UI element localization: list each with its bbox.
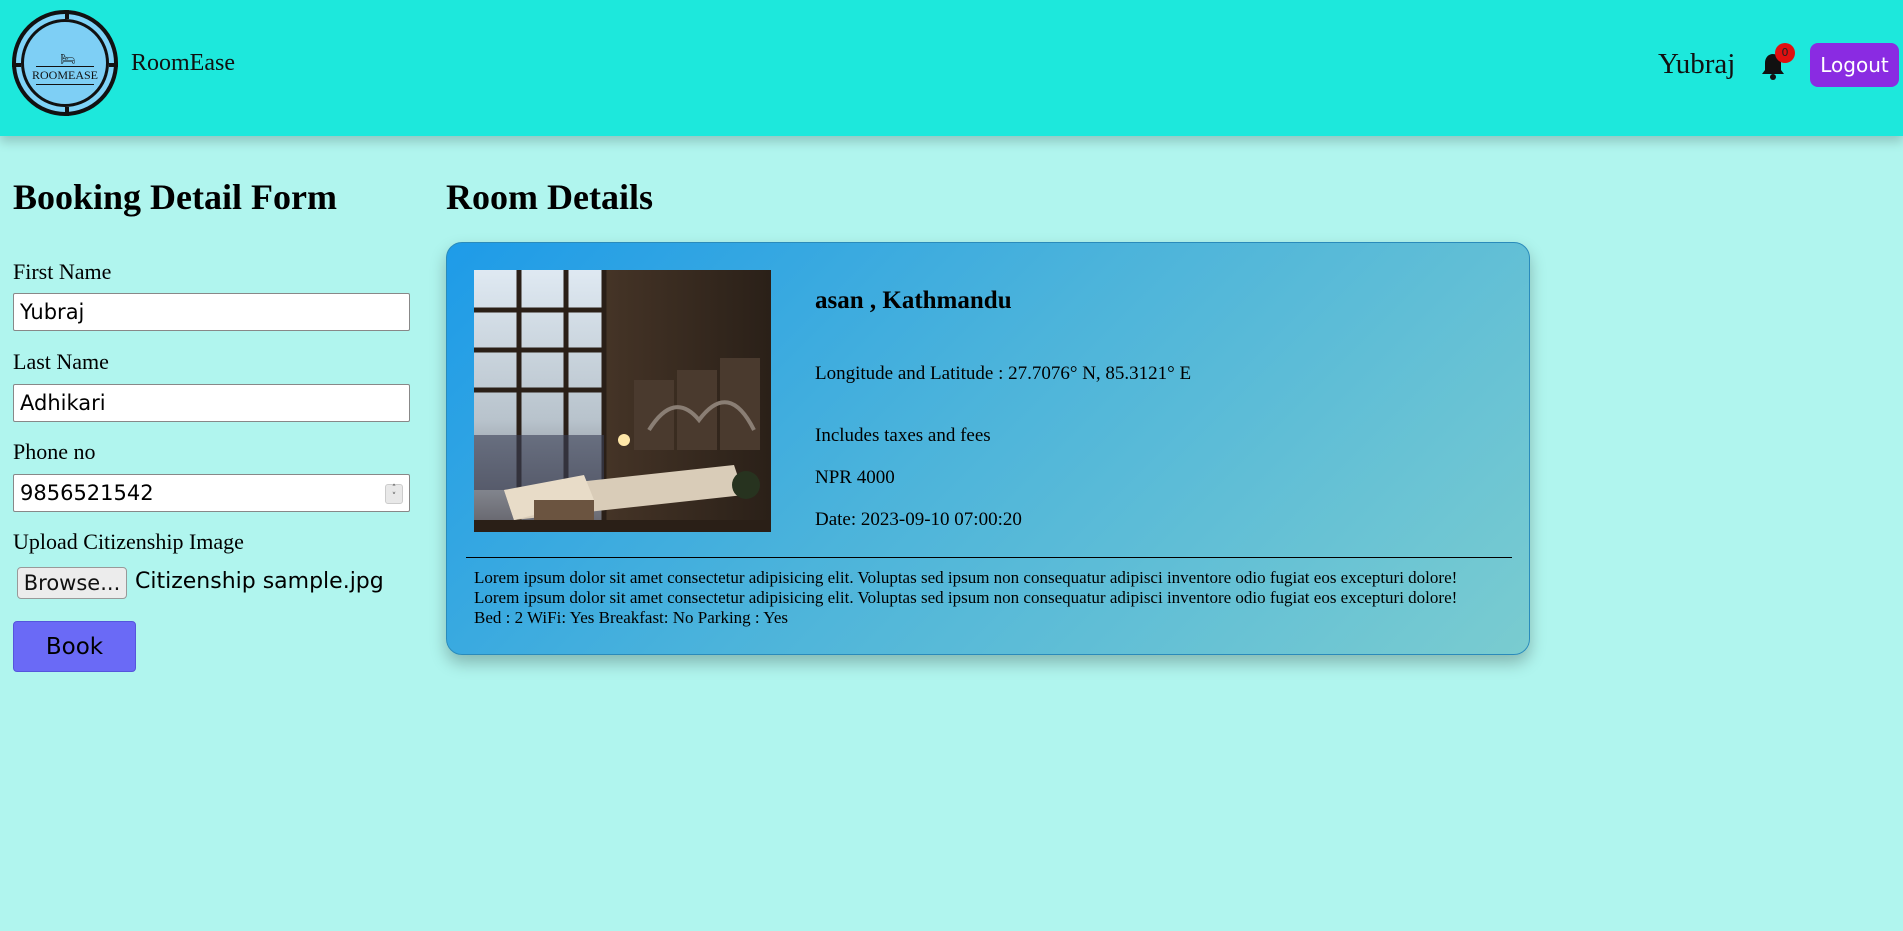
browse-button[interactable]: Browse...: [17, 567, 127, 599]
bed-icon: 🛏: [60, 52, 76, 66]
user-name[interactable]: Yubraj: [1658, 48, 1735, 81]
room-card: asan , Kathmandu Longitude and Latitude …: [446, 242, 1530, 655]
logo-tick: [12, 63, 21, 67]
first-name-input[interactable]: Yubraj: [13, 293, 410, 331]
form-heading: Booking Detail Form: [13, 177, 337, 217]
navbar: 🛏 ROOMEASE RoomEase Yubraj 0 Logout: [0, 0, 1903, 136]
logo-divider: [36, 84, 94, 85]
book-button[interactable]: Book: [13, 621, 136, 672]
taxes-note: Includes taxes and fees: [815, 425, 991, 446]
room-photo: [474, 270, 771, 532]
logo-tick: [65, 10, 69, 19]
living-room-image: [474, 270, 771, 532]
amenities-line: Bed : 2 WiFi: Yes Breakfast: No Parking …: [474, 608, 788, 627]
logo-divider: [36, 66, 94, 67]
room-price: NPR 4000: [815, 467, 895, 488]
room-date: Date: 2023-09-10 07:00:20: [815, 509, 1022, 530]
number-spinner[interactable]: ˄ ˅: [385, 484, 403, 504]
room-description: Lorem ipsum dolor sit amet consectetur a…: [474, 568, 1457, 628]
room-coordinates: Longitude and Latitude : 27.7076° N, 85.…: [815, 363, 1192, 384]
last-name-label: Last Name: [13, 349, 109, 374]
logo-tick: [109, 63, 118, 67]
room-heading: Room Details: [446, 177, 653, 217]
phone-input[interactable]: 9856521542 ˄ ˅: [13, 474, 410, 512]
room-location-title: asan , Kathmandu: [815, 287, 1012, 314]
roomease-logo[interactable]: 🛏 ROOMEASE: [12, 10, 118, 116]
selected-file-name: Citizenship sample.jpg: [135, 569, 384, 594]
upload-label: Upload Citizenship Image: [13, 529, 244, 554]
description-line: Lorem ipsum dolor sit amet consectetur a…: [474, 568, 1458, 587]
logo-tick: [65, 107, 69, 116]
logout-button[interactable]: Logout: [1810, 43, 1899, 87]
first-name-label: First Name: [13, 259, 112, 284]
phone-label: Phone no: [13, 439, 96, 464]
brand-name[interactable]: RoomEase: [131, 50, 235, 77]
notification-badge: 0: [1775, 43, 1795, 63]
logo-text: ROOMEASE: [31, 68, 98, 82]
card-divider: [466, 557, 1512, 558]
description-line: Lorem ipsum dolor sit amet consectetur a…: [474, 588, 1458, 607]
last-name-input[interactable]: Adhikari: [13, 384, 410, 422]
phone-value: 9856521542: [20, 481, 154, 505]
